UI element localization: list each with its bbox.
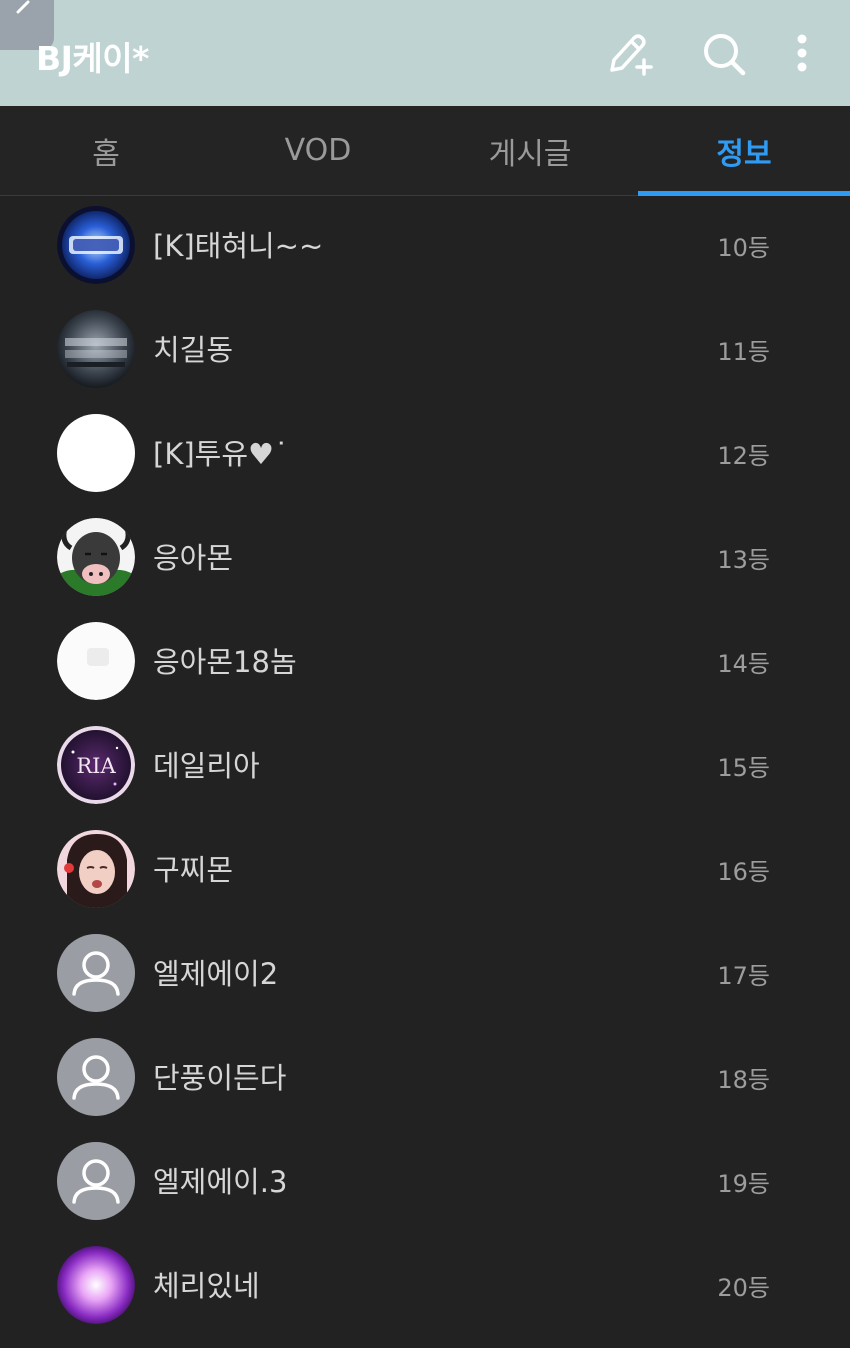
list-item[interactable]: [K]태혀니~~ 10등 (0, 197, 850, 301)
tab-label: 게시글 (488, 136, 572, 172)
tab-label: 홈 (92, 136, 120, 172)
fan-name: 응아몬18놈 (153, 645, 297, 679)
fan-name: [K]태혀니~~ (153, 229, 324, 263)
tab-posts[interactable]: 게시글 (424, 106, 636, 195)
fan-name: [K]투유♥˙ (153, 437, 289, 471)
fan-rank: 19등 (717, 1170, 770, 1198)
list-item[interactable]: 체리있네 20등 (0, 1237, 850, 1341)
list-item[interactable]: 응아몬 13등 (0, 509, 850, 613)
list-item[interactable]: 치길동 11등 (0, 301, 850, 405)
list-item[interactable]: 엘제에이2 17등 (0, 925, 850, 1029)
default-user-avatar (57, 934, 135, 1012)
fan-name: 엘제에이2 (153, 957, 279, 991)
header: BJ케이* (0, 0, 850, 106)
ria-logo-avatar: RIA (57, 726, 135, 804)
fan-rank: 12등 (717, 442, 770, 470)
fan-name: 체리있네 (153, 1269, 260, 1303)
blue-logo-avatar (57, 206, 135, 284)
default-user-avatar (57, 1142, 135, 1220)
default-user-avatar (57, 1038, 135, 1116)
list-item[interactable]: 단풍이든다 18등 (0, 1029, 850, 1133)
dark-metal-logo-avatar (57, 310, 135, 388)
fan-rank: 18등 (717, 1066, 770, 1094)
fan-name: 구찌몬 (153, 853, 234, 887)
fan-name: 치길동 (153, 333, 234, 367)
fan-rank: 11등 (717, 338, 770, 366)
tab-home[interactable]: 홈 (0, 106, 212, 195)
search-icon[interactable] (700, 30, 748, 78)
write-post-icon[interactable] (604, 30, 654, 76)
fan-rank: 16등 (717, 858, 770, 886)
fan-rank: 20등 (717, 1274, 770, 1302)
fan-rank: 14등 (717, 650, 770, 678)
fan-name: 엘제에이.3 (153, 1165, 288, 1199)
tab-label: VOD (284, 133, 352, 168)
person-photo-avatar (57, 830, 135, 908)
fan-rank: 10등 (717, 234, 770, 262)
more-options-icon[interactable] (790, 34, 814, 74)
tab-info[interactable]: 정보 (638, 106, 850, 196)
active-tab-indicator (638, 191, 850, 196)
tab-vod[interactable]: VOD (212, 106, 424, 195)
pencil-icon (16, 0, 30, 14)
cow-avatar (57, 518, 135, 596)
tab-label: 정보 (716, 136, 772, 172)
purple-glow-avatar (57, 1246, 135, 1324)
fan-name: 단풍이든다 (153, 1061, 287, 1095)
list-item[interactable]: 엘제에이.3 19등 (0, 1133, 850, 1237)
fan-name: 응아몬 (153, 541, 234, 575)
fan-rank: 15등 (717, 754, 770, 782)
page-title: BJ케이* (36, 39, 149, 78)
list-item[interactable]: 구찌몬 16등 (0, 821, 850, 925)
svg-text:RIA: RIA (76, 754, 116, 778)
list-item[interactable]: [K]투유♥˙ 12등 (0, 405, 850, 509)
white-blank-avatar (57, 414, 135, 492)
list-item[interactable]: 응아몬18놈 14등 (0, 613, 850, 717)
tab-bar: 홈 VOD 게시글 정보 (0, 106, 850, 196)
fan-rank: 17등 (717, 962, 770, 990)
list-item[interactable]: RIA 데일리아 15등 (0, 717, 850, 821)
ranking-list: [K]태혀니~~ 10등 치길동 11등 [K]투유♥˙ 12등 응아몬 13등… (0, 197, 850, 1341)
fan-name: 데일리아 (153, 749, 260, 783)
white-photo-avatar (57, 622, 135, 700)
fan-rank: 13등 (717, 546, 770, 574)
